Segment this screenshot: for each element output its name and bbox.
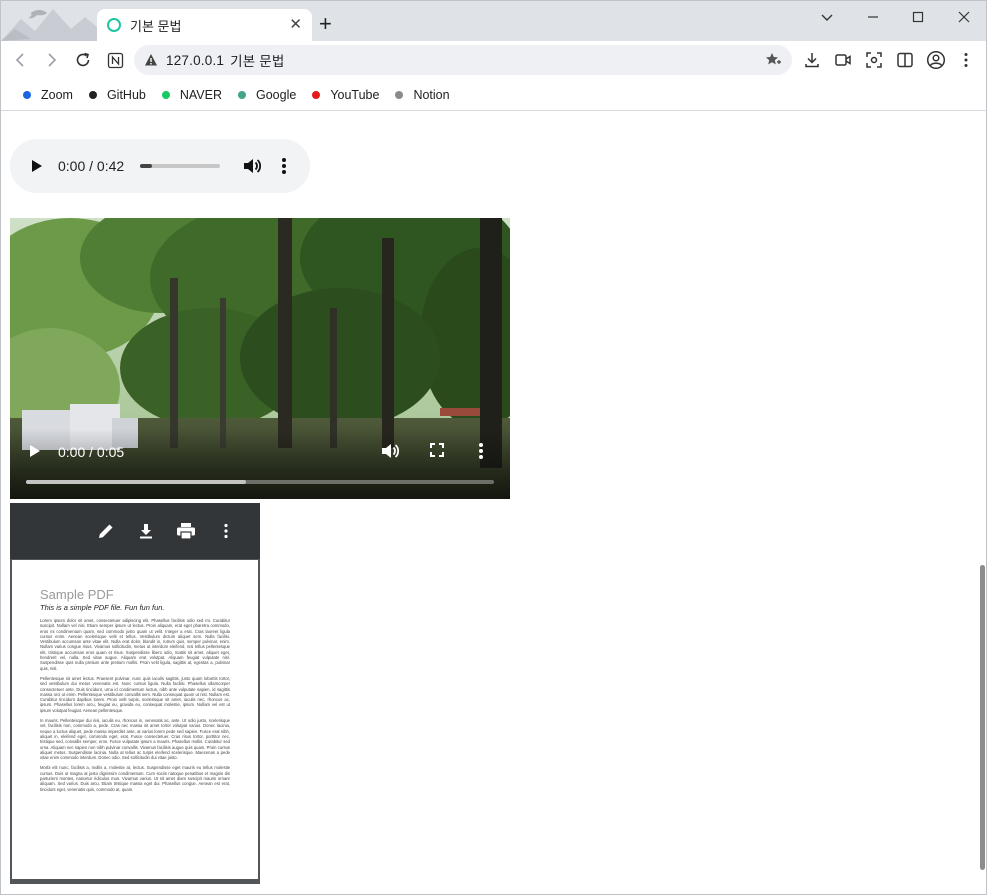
video-volume-icon[interactable] (380, 441, 400, 461)
tab-close-icon[interactable]: ✕ (289, 16, 302, 34)
bookmark-label: YouTube (330, 87, 380, 102)
pdf-paragraph: In mauris. Pellentesque dui nisi, iaculi… (40, 718, 230, 761)
bookmark-favicon-icon (312, 90, 321, 99)
audio-progress-slider[interactable] (140, 164, 220, 168)
menu-kebab-icon[interactable] (955, 49, 977, 71)
notion-extension-icon[interactable] (102, 47, 128, 73)
audio-player: 0:00 / 0:42 (10, 139, 310, 193)
address-page-title: 기본 문법 (230, 54, 285, 69)
video-buffer-bar (26, 480, 246, 484)
pdf-edit-icon[interactable] (95, 520, 117, 542)
bookmark-label: GitHub (106, 87, 146, 102)
browser-toolbar: 127.0.0.1 기본 문법 (1, 41, 986, 79)
tab-active[interactable]: 기본 문법 ✕ (97, 9, 312, 41)
bookmark-google[interactable]: Google (238, 88, 296, 102)
tab-favicon-icon (107, 18, 121, 32)
audio-progress-fill (140, 164, 152, 168)
video-more-icon[interactable] (477, 441, 485, 461)
browser-window: 기본 문법 ✕ + 127.0.0.1 기본 문법 Zoom GitHub NA… (0, 0, 987, 895)
download-icon[interactable] (801, 49, 823, 71)
pdf-viewer: Sample PDF This is a simple PDF file. Fu… (10, 503, 260, 884)
audio-volume-icon[interactable] (242, 156, 262, 176)
video-player[interactable]: 0:00 / 0:05 (10, 218, 510, 499)
audio-play-icon[interactable] (30, 159, 44, 173)
pdf-more-icon[interactable] (215, 520, 237, 542)
video-progress-slider[interactable] (26, 480, 494, 484)
theme-decoration (1, 9, 97, 41)
pdf-subtitle: This is a simple PDF file. Fun fun fun. (40, 603, 165, 612)
audio-time: 0:00 / 0:42 (58, 158, 125, 174)
back-icon[interactable] (7, 47, 33, 73)
bookmarks-bar: Zoom GitHub NAVER Google YouTube Notion (1, 79, 986, 111)
address-bar[interactable]: 127.0.0.1 기본 문법 (134, 45, 792, 75)
bookmark-label: NAVER (179, 87, 222, 102)
scrollbar-thumb[interactable] (980, 565, 985, 870)
page-content: 0:00 / 0:42 0:00 / 0:05 Sample PDF This … (1, 112, 980, 894)
reload-icon[interactable] (70, 47, 96, 73)
video-fullscreen-icon[interactable] (428, 441, 446, 459)
tab-search-icon[interactable] (804, 1, 850, 33)
not-secure-warning-icon[interactable] (144, 53, 158, 67)
bookmark-star-icon[interactable] (764, 51, 782, 69)
bookmark-github[interactable]: GitHub (88, 87, 146, 102)
video-play-icon[interactable] (28, 443, 42, 459)
minimize-icon[interactable] (850, 1, 896, 33)
pdf-paragraph: Morbi elit nunc, facilisis a, mollis a, … (40, 765, 230, 792)
forward-icon[interactable] (39, 47, 65, 73)
bookmark-zoom[interactable]: Zoom (23, 88, 73, 102)
video-time: 0:00 / 0:05 (58, 444, 125, 460)
pdf-title: Sample PDF (40, 587, 114, 602)
bookmark-favicon-icon (23, 90, 31, 99)
bookmark-label: Google (256, 87, 297, 102)
maximize-icon[interactable] (895, 1, 941, 33)
address-url: 127.0.0.1 (166, 52, 225, 68)
profile-icon[interactable] (925, 49, 947, 71)
new-tab-button[interactable]: + (319, 13, 332, 35)
pdf-download-icon[interactable] (135, 520, 157, 542)
bookmark-notion[interactable]: Notion (395, 87, 450, 102)
bookmark-naver[interactable]: NAVER (161, 87, 222, 102)
audio-more-icon[interactable] (280, 156, 288, 176)
video-controls-overlay (10, 429, 510, 499)
pdf-toolbar (10, 503, 260, 559)
bookmark-label: Zoom (41, 87, 73, 102)
bookmark-favicon-icon (88, 90, 97, 99)
bookmark-favicon-icon (395, 90, 404, 99)
pdf-paragraph: Lorem ipsum dolor sit amet, consectetuer… (40, 618, 230, 671)
pdf-print-icon[interactable] (175, 520, 197, 542)
side-panel-icon[interactable] (894, 49, 916, 71)
close-window-icon[interactable] (941, 1, 986, 33)
tab-title: 기본 문법 (130, 18, 182, 34)
tab-strip: 기본 문법 ✕ + (1, 1, 986, 41)
bookmark-favicon-icon (161, 90, 170, 99)
pdf-page: Sample PDF This is a simple PDF file. Fu… (12, 560, 258, 879)
bookmark-favicon-icon (238, 90, 246, 99)
bookmark-label: Notion (413, 87, 450, 102)
bookmark-youtube[interactable]: YouTube (312, 88, 379, 102)
pdf-paragraph: Pellentesque sit amet lectus. Praesent p… (40, 675, 230, 713)
page-scrollbar[interactable] (978, 112, 986, 894)
screenshot-icon[interactable] (863, 49, 885, 71)
cast-icon[interactable] (832, 49, 854, 71)
